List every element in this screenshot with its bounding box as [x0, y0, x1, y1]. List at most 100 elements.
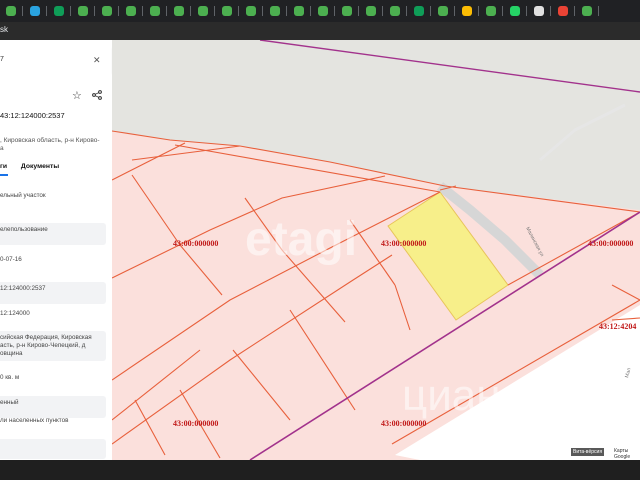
browser-tab[interactable] [242, 2, 266, 20]
browser-tab[interactable] [266, 2, 290, 20]
browser-tab[interactable] [2, 2, 26, 20]
browser-tab[interactable] [482, 2, 506, 20]
parcel-label-3: 43:00:000000 [588, 239, 633, 248]
grid-icon [77, 6, 88, 16]
address-bar[interactable]: sk [0, 22, 640, 40]
tab-separator [501, 6, 503, 16]
grid-icon [581, 6, 592, 16]
grid-icon [341, 6, 352, 16]
tab-separator [21, 6, 23, 16]
map-provider-attribution[interactable]: Карты Google [614, 448, 640, 460]
info-row: сийская Федерация, Кировская асть, р-н К… [0, 331, 106, 361]
whatsapp-icon [509, 6, 520, 16]
map-attribution: Вита-вёрсия [571, 448, 605, 456]
watermark-cian: циан [402, 371, 501, 420]
parcel-label-5: 43:00:000000 [173, 419, 218, 428]
tab-separator [453, 6, 455, 16]
browser-tab[interactable] [26, 2, 50, 20]
parcel-label-1: 43:00:000000 [173, 239, 218, 248]
browser-tab-strip [0, 0, 640, 22]
tab-separator [165, 6, 167, 16]
grid-icon [173, 6, 184, 16]
browser-tab[interactable] [362, 2, 386, 20]
star-icon[interactable]: ☆ [72, 89, 82, 102]
info-row: 12:124000 [0, 310, 30, 317]
grid-icon [245, 6, 256, 16]
grid-icon [101, 6, 112, 16]
sheets-icon [53, 6, 64, 16]
tab-separator [477, 6, 479, 16]
tab-separator [357, 6, 359, 16]
info-row: ельный участок [0, 192, 46, 199]
tab-separator [309, 6, 311, 16]
browser-tab[interactable] [146, 2, 170, 20]
info-row [0, 439, 106, 459]
tab-documents[interactable]: Документы [21, 163, 59, 170]
browser-tab[interactable] [458, 2, 482, 20]
grid-icon [269, 6, 280, 16]
parcel-label-4: 43:12:4204 [599, 322, 636, 331]
tab-separator [549, 6, 551, 16]
tab-separator [45, 6, 47, 16]
share-icon[interactable] [92, 90, 102, 102]
browser-tab[interactable] [170, 2, 194, 20]
maps-pin-icon [557, 6, 568, 16]
parcel-label-6: 43:00:000000 [381, 419, 426, 428]
browser-tab[interactable] [290, 2, 314, 20]
telegram-icon [29, 6, 40, 16]
tab-separator [333, 6, 335, 16]
browser-tab[interactable] [74, 2, 98, 20]
grid-icon [5, 6, 16, 16]
close-icon[interactable]: ✕ [93, 55, 101, 66]
grid-icon [221, 6, 232, 16]
grid-icon [437, 6, 448, 16]
browser-tab[interactable] [386, 2, 410, 20]
tab-separator [429, 6, 431, 16]
active-tab-indicator [0, 174, 8, 176]
browser-tab[interactable] [98, 2, 122, 20]
cadastral-number-title: 43:12:124000:2537 [0, 111, 65, 120]
browser-tab[interactable] [122, 2, 146, 20]
tab-separator [141, 6, 143, 16]
info-row: 12:124000:2537 [0, 282, 106, 304]
tab-separator [189, 6, 191, 16]
grid-icon [317, 6, 328, 16]
tab-separator [381, 6, 383, 16]
search-input[interactable]: 7 [0, 56, 4, 63]
info-row: 0 кв. м [0, 374, 20, 381]
browser-tab[interactable] [338, 2, 362, 20]
tab-separator [237, 6, 239, 16]
info-row: елепользование [0, 223, 106, 245]
browser-tab[interactable] [578, 2, 602, 20]
cadastral-map[interactable]: etagi циан Малинская ул Мал 43:00:000000… [112, 40, 640, 460]
grid-icon [149, 6, 160, 16]
tab-separator [597, 6, 599, 16]
browser-tab[interactable] [554, 2, 578, 20]
grid-icon [485, 6, 496, 16]
tab-separator [285, 6, 287, 16]
tab-info[interactable]: ги [0, 163, 7, 170]
browser-tab[interactable] [50, 2, 74, 20]
browser-tab[interactable] [314, 2, 338, 20]
browser-bottom-bar [0, 460, 640, 480]
browser-tab[interactable] [530, 2, 554, 20]
tab-separator [525, 6, 527, 16]
parcel-label-2: 43:00:000000 [381, 239, 426, 248]
tab-separator [213, 6, 215, 16]
info-row: 0-07-16 [0, 256, 22, 263]
browser-tab[interactable] [194, 2, 218, 20]
tab-separator [117, 6, 119, 16]
grid-icon [125, 6, 136, 16]
browser-tab[interactable] [434, 2, 458, 20]
url-text[interactable]: sk [0, 25, 8, 34]
tab-separator [93, 6, 95, 16]
tab-separator [69, 6, 71, 16]
parcel-address: , Кировская область, р-н Кирово- а [0, 137, 100, 152]
browser-tab[interactable] [506, 2, 530, 20]
browser-tab[interactable] [218, 2, 242, 20]
grid-icon [293, 6, 304, 16]
sheets-icon [413, 6, 424, 16]
map-canvas[interactable]: etagi циан Малинская ул Мал 43:00:000000… [112, 40, 640, 460]
browser-tab[interactable] [410, 2, 434, 20]
grid-icon [197, 6, 208, 16]
